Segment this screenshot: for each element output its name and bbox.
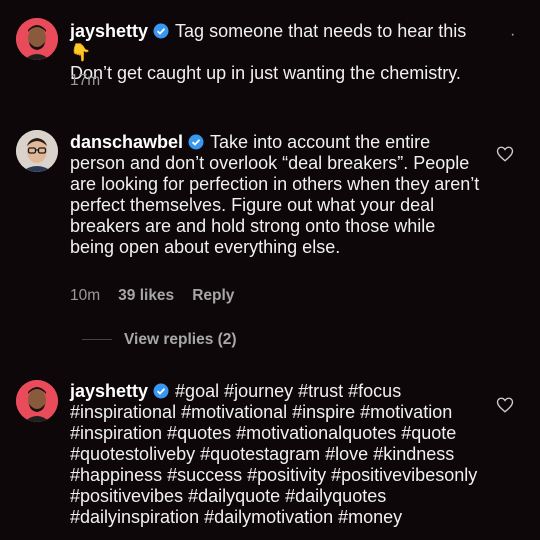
comment-meta: 17m (70, 72, 118, 90)
view-replies-button[interactable]: View replies (2) (82, 331, 237, 349)
verified-badge-icon (153, 23, 169, 39)
verified-badge-icon (188, 134, 204, 150)
comment-body: Tag someone that needs to hear this (175, 21, 467, 41)
verified-badge-icon (153, 383, 169, 399)
timestamp: 10m (70, 287, 101, 304)
more-dots-icon[interactable]: · (510, 26, 515, 44)
comment-body-line2: Don’t get caught up in just wanting the … (70, 63, 461, 83)
comment-text: jayshetty Tag someone that needs to hear … (70, 21, 480, 84)
pointing-down-emoji: 👇 (70, 43, 92, 62)
view-replies-label: View replies (2) (124, 331, 237, 348)
username[interactable]: jayshetty (70, 381, 148, 401)
timestamp: 17m (70, 72, 101, 89)
comment-body: #goal #journey #trust #focus #inspiratio… (70, 381, 478, 527)
comments-screen: jayshetty Tag someone that needs to hear … (0, 0, 540, 540)
avatar[interactable] (16, 18, 58, 60)
divider (82, 339, 112, 341)
reply-button[interactable]: Reply (192, 287, 234, 304)
username[interactable]: danschawbel (70, 132, 183, 152)
heart-outline-icon[interactable] (496, 145, 514, 163)
avatar[interactable] (16, 380, 58, 422)
comment-text: danschawbel Take into account the entire … (70, 132, 480, 258)
comment-meta: 10m 39 likes Reply (70, 287, 252, 305)
username[interactable]: jayshetty (70, 21, 148, 41)
heart-outline-icon[interactable] (496, 396, 514, 414)
comment-text: jayshetty #goal #journey #trust #focus #i… (70, 381, 480, 528)
likes-count[interactable]: 39 likes (118, 287, 174, 304)
avatar[interactable] (16, 130, 58, 172)
